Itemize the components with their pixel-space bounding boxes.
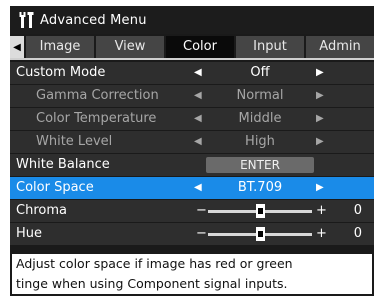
tab-left-arrow-icon[interactable]: ◀ bbox=[10, 36, 24, 58]
gamma-correction-value: Normal bbox=[236, 88, 284, 103]
tab-view[interactable]: View bbox=[96, 36, 164, 58]
gamma-correction-row[interactable]: Gamma Correction ◀ Normal ▶ bbox=[10, 85, 374, 107]
hue-label: Hue bbox=[16, 226, 43, 241]
help-text-line-2: tinge when using Component signal inputs… bbox=[16, 276, 288, 291]
custom-mode-value: Off bbox=[250, 65, 270, 80]
advanced-menu-panel: Advanced Menu ◀ Image View Color Input A… bbox=[10, 6, 374, 296]
chroma-row[interactable]: Chroma − + 0 bbox=[10, 200, 374, 222]
minus-icon[interactable]: − bbox=[196, 223, 207, 245]
hue-value: 0 bbox=[353, 226, 362, 241]
tab-admin[interactable]: Admin bbox=[306, 36, 374, 58]
increase-arrow-icon[interactable]: ▶ bbox=[316, 85, 324, 107]
increase-arrow-icon[interactable]: ▶ bbox=[316, 177, 324, 199]
custom-mode-label: Custom Mode bbox=[16, 65, 106, 80]
tools-icon bbox=[19, 12, 34, 28]
hue-row[interactable]: Hue − + 0 bbox=[10, 223, 374, 245]
white-level-value: High bbox=[245, 134, 275, 149]
help-text-line-1: Adjust color space if image has red or g… bbox=[16, 256, 293, 271]
white-balance-label: White Balance bbox=[16, 157, 110, 172]
decrease-arrow-icon[interactable]: ◀ bbox=[194, 131, 202, 153]
tab-input[interactable]: Input bbox=[236, 36, 304, 58]
help-text-box: Adjust color space if image has red or g… bbox=[12, 254, 372, 294]
hue-slider-thumb[interactable] bbox=[256, 227, 265, 241]
color-temperature-label: Color Temperature bbox=[36, 111, 157, 126]
chroma-slider-thumb[interactable] bbox=[256, 204, 265, 218]
tab-bar: ◀ Image View Color Input Admin bbox=[10, 36, 374, 58]
custom-mode-row[interactable]: Custom Mode ◀ Off ▶ bbox=[10, 62, 374, 84]
white-balance-enter-button[interactable]: ENTER bbox=[206, 157, 314, 173]
settings-list: Custom Mode ◀ Off ▶ Gamma Correction ◀ N… bbox=[10, 62, 374, 246]
tab-color[interactable]: Color bbox=[166, 36, 234, 58]
tab-underline bbox=[10, 58, 374, 60]
decrease-arrow-icon[interactable]: ◀ bbox=[194, 85, 202, 107]
minus-icon[interactable]: − bbox=[196, 200, 207, 222]
white-level-label: White Level bbox=[36, 134, 113, 149]
window-title: Advanced Menu bbox=[40, 12, 147, 28]
increase-arrow-icon[interactable]: ▶ bbox=[316, 62, 324, 84]
chroma-value: 0 bbox=[353, 203, 362, 218]
decrease-arrow-icon[interactable]: ◀ bbox=[194, 177, 202, 199]
plus-icon[interactable]: + bbox=[316, 223, 327, 245]
increase-arrow-icon[interactable]: ▶ bbox=[316, 108, 324, 130]
color-space-row[interactable]: Color Space ◀ BT.709 ▶ bbox=[10, 177, 374, 199]
gamma-correction-label: Gamma Correction bbox=[36, 88, 159, 103]
white-balance-row[interactable]: White Balance ENTER bbox=[10, 154, 374, 176]
increase-arrow-icon[interactable]: ▶ bbox=[316, 131, 324, 153]
white-level-row[interactable]: White Level ◀ High ▶ bbox=[10, 131, 374, 153]
color-space-value: BT.709 bbox=[237, 180, 283, 195]
color-space-label: Color Space bbox=[16, 180, 94, 195]
title-bar: Advanced Menu bbox=[10, 6, 374, 34]
tab-image[interactable]: Image bbox=[26, 36, 94, 58]
decrease-arrow-icon[interactable]: ◀ bbox=[194, 108, 202, 130]
color-temperature-value: Middle bbox=[238, 111, 282, 126]
chroma-label: Chroma bbox=[16, 203, 67, 218]
decrease-arrow-icon[interactable]: ◀ bbox=[194, 62, 202, 84]
color-temperature-row[interactable]: Color Temperature ◀ Middle ▶ bbox=[10, 108, 374, 130]
plus-icon[interactable]: + bbox=[316, 200, 327, 222]
